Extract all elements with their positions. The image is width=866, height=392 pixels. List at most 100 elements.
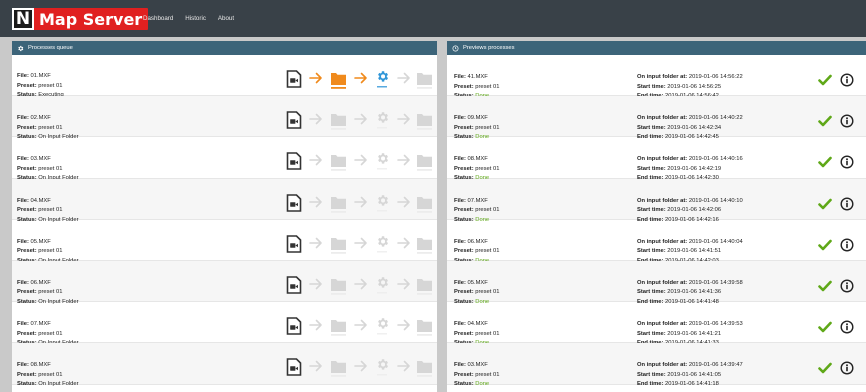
- file-name: 07.MXF: [30, 321, 51, 328]
- info-icon[interactable]: [840, 361, 854, 375]
- app-logo[interactable]: N Map Server: [12, 8, 149, 30]
- queue-row[interactable]: File: 01.MXF Preset: preset 01 Status: Exe…: [12, 55, 437, 98]
- file-name: 03.MXF: [30, 156, 51, 163]
- preview-row[interactable]: File: 06.MXFPreset: preset 01Status: Don…: [447, 220, 866, 264]
- gear-icon: [377, 194, 389, 211]
- preview-row[interactable]: File: 05.MXF Preset: preset 01 Status: Don…: [447, 260, 866, 305]
- process-pipeline: [286, 358, 432, 378]
- file-name: 08.MXF: [467, 156, 488, 163]
- preset-value: preset 01: [475, 83, 500, 90]
- nav-about[interactable]: About: [218, 15, 234, 22]
- queue-row[interactable]: File: 05.MXFPreset: preset 01Status: On …: [12, 220, 437, 264]
- file-label: File:: [17, 197, 29, 204]
- video-file-icon: [286, 234, 302, 253]
- logo-text: Map Server: [39, 9, 143, 29]
- folder-icon: [417, 155, 432, 172]
- preview-row[interactable]: File: 04.MXFPreset: preset 01Status: Don…: [447, 302, 866, 346]
- on-input-label: On input folder at:: [637, 115, 688, 122]
- on-input-label: On input folder at:: [637, 279, 688, 286]
- queue-row[interactable]: File: 03.MXFPreset: preset 01Status: On …: [12, 137, 437, 181]
- previews-processes-panel: Previews processes File: 41.MXF Preset: p…: [447, 41, 866, 392]
- queue-row[interactable]: File: 07.MXFPreset: preset 01Status: On …: [12, 302, 437, 346]
- preview-row[interactable]: File: 07.MXF Preset: preset 01 Status: Don…: [447, 178, 866, 223]
- preset-label: Preset:: [17, 371, 37, 378]
- arrow-right-icon: [397, 319, 410, 331]
- arrow-right-icon: [309, 278, 322, 290]
- info-icon[interactable]: [840, 197, 854, 211]
- file-label: File:: [454, 238, 466, 245]
- status-label: Status:: [454, 381, 474, 388]
- arrow-right-icon: [397, 361, 410, 372]
- preset-value: preset 01: [38, 165, 63, 172]
- start-time-value: 2019-01-06 14:41:51: [667, 248, 722, 255]
- info-icon[interactable]: [840, 238, 854, 252]
- file-name: 41.MXF: [467, 74, 488, 80]
- preset-label: Preset:: [17, 330, 37, 337]
- queue-row[interactable]: File: 06.MXF Preset: preset 01 Status: On …: [12, 260, 437, 305]
- start-time-label: Start time:: [637, 248, 666, 255]
- status-label: Status:: [17, 381, 37, 388]
- start-time-label: Start time:: [637, 83, 666, 90]
- preview-row[interactable]: File: 41.MXFPreset: preset 01Status: Don…: [447, 55, 866, 99]
- file-name: 01.MXF: [30, 73, 51, 79]
- arrow-right-icon: [397, 155, 410, 166]
- preset-label: Preset:: [454, 371, 474, 378]
- check-icon: [818, 198, 832, 209]
- on-input-label: On input folder at:: [637, 362, 688, 369]
- file-label: File:: [17, 115, 29, 122]
- on-input-label: On input folder at:: [637, 156, 688, 163]
- nav-dashboard[interactable]: Dashboard: [143, 15, 173, 22]
- preset-value: preset 01: [475, 165, 500, 172]
- video-file-icon: [286, 152, 302, 171]
- on-input-value: 2019-01-06 14:40:04: [688, 238, 743, 245]
- arrow-right-icon: [354, 72, 367, 84]
- file-name: 09.MXF: [467, 115, 488, 122]
- folder-icon: [417, 361, 432, 378]
- start-time-value: 2019-01-06 14:41:05: [667, 371, 722, 378]
- folder-icon: [331, 278, 346, 295]
- preview-row[interactable]: File: 09.MXF Preset: preset 01 Status: Don…: [447, 96, 866, 140]
- file-name: 07.MXF: [467, 197, 488, 204]
- preview-row[interactable]: File: 08.MXFPreset: preset 01Status: Don…: [447, 137, 866, 181]
- check-icon: [818, 280, 832, 292]
- queue-row[interactable]: File: 02.MXF Preset: preset 01 Status: On …: [12, 96, 437, 140]
- gear-icon: [377, 153, 389, 170]
- process-pipeline: [286, 111, 432, 130]
- preview-row[interactable]: File: 03.MXF Preset: preset 01 Status: Don…: [447, 343, 866, 388]
- video-file-icon: [286, 317, 302, 335]
- arrow-right-icon: [309, 113, 322, 125]
- preset-label: Preset:: [454, 83, 474, 90]
- info-icon[interactable]: [840, 279, 854, 293]
- file-name: 06.MXF: [30, 279, 51, 286]
- start-time-value: 2019-01-06 14:42:34: [667, 124, 722, 131]
- info-icon[interactable]: [840, 155, 854, 169]
- folder-icon: [417, 278, 432, 295]
- folder-icon: [417, 73, 432, 89]
- info-icon[interactable]: [840, 320, 854, 334]
- arrow-right-icon: [354, 319, 367, 331]
- preset-value: preset 01: [475, 289, 500, 296]
- file-label: File:: [454, 74, 466, 80]
- video-file-icon: [286, 70, 302, 88]
- process-pipeline: [286, 70, 432, 89]
- preset-label: Preset:: [454, 248, 474, 255]
- file-label: File:: [17, 279, 29, 286]
- arrow-right-icon: [354, 361, 367, 372]
- queue-row[interactable]: File: 04.MXF Preset: preset 01 Status: On …: [12, 178, 437, 223]
- nav-historic[interactable]: Historic: [185, 15, 206, 22]
- file-name: 02.MXF: [30, 115, 51, 122]
- info-icon[interactable]: [840, 114, 854, 128]
- file-label: File:: [454, 115, 466, 122]
- start-time-label: Start time:: [637, 124, 666, 131]
- preset-label: Preset:: [17, 165, 37, 172]
- start-time-value: 2019-01-06 14:41:36: [667, 289, 722, 296]
- folder-icon: [417, 196, 432, 213]
- info-icon[interactable]: [840, 73, 854, 87]
- queue-row[interactable]: File: 08.MXF Preset: preset 01 Status: On …: [12, 343, 437, 388]
- on-input-label: On input folder at:: [637, 238, 688, 245]
- previews-processes-header: Previews processes: [447, 41, 866, 55]
- start-time-label: Start time:: [637, 330, 666, 337]
- preset-label: Preset:: [454, 289, 474, 296]
- arrow-right-icon: [309, 319, 322, 331]
- arrow-right-icon: [354, 278, 367, 290]
